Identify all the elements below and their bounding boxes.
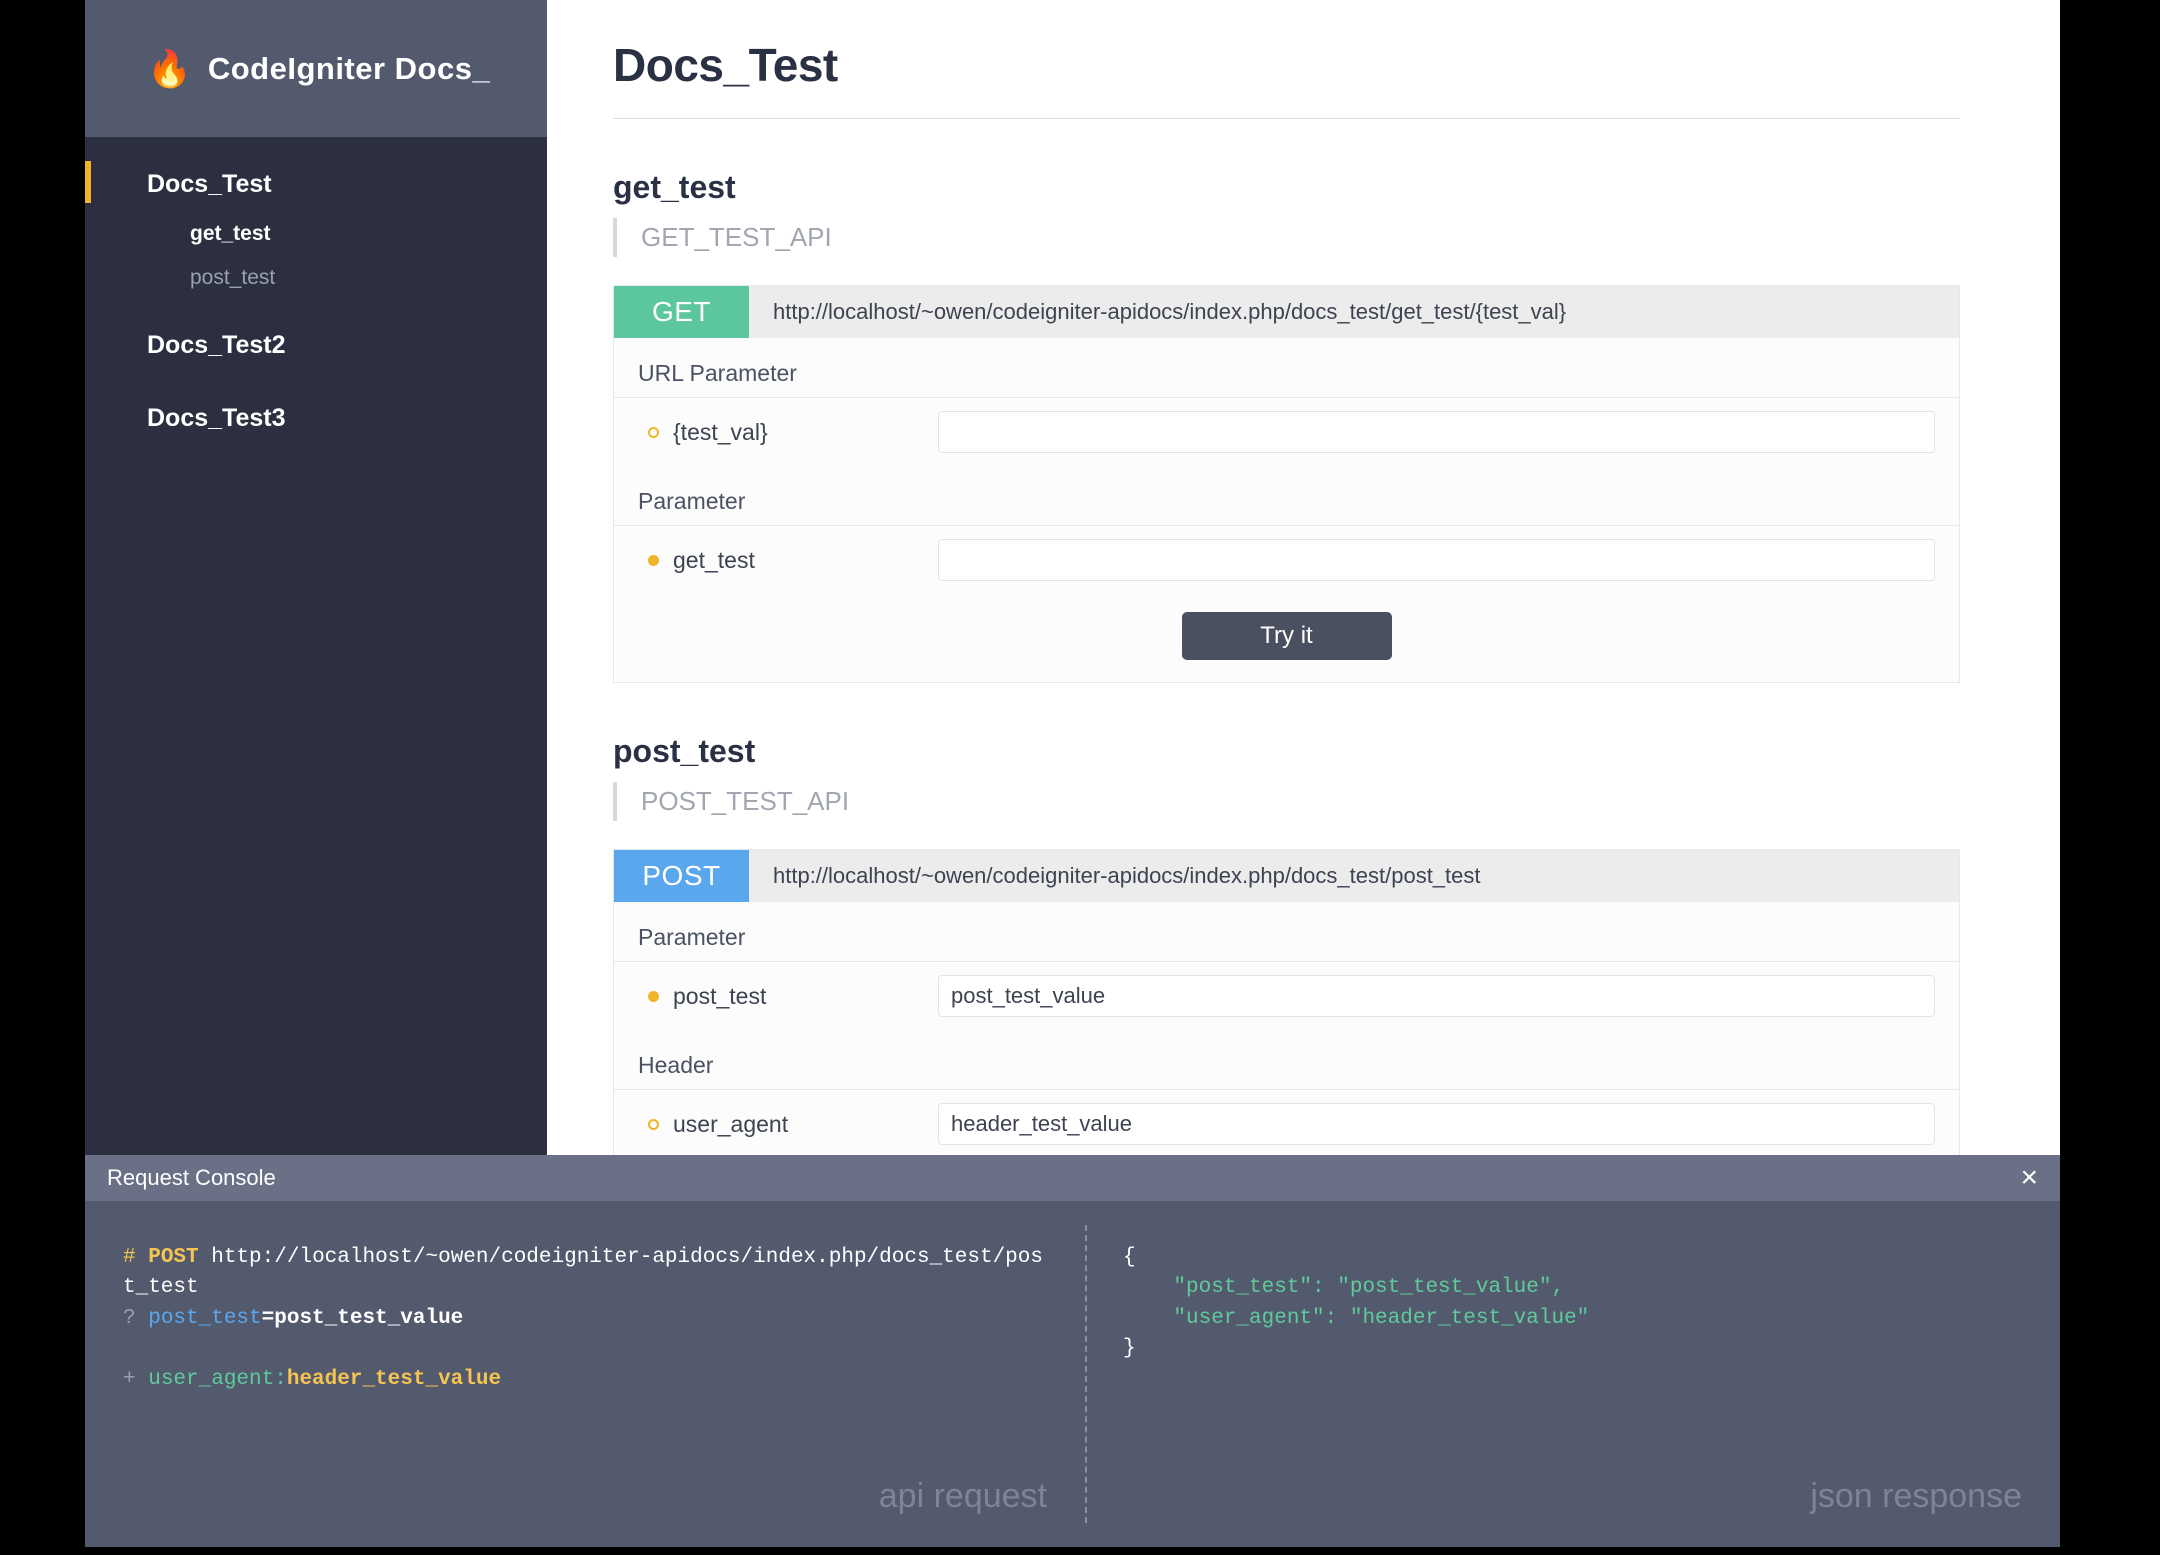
required-dot-icon [648,990,659,1002]
param-row: {test_val} [614,397,1959,466]
endpoint-title: post_test [613,733,756,769]
request-query-value: =post_test_value [261,1306,464,1330]
param-row: get_test [614,525,1959,594]
sidebar-nav: Docs_Test get_test post_test Docs_Test2 … [85,137,547,446]
param-name-test-val: {test_val} [638,419,938,446]
param-label: get_test [673,546,755,573]
endpoint-card: POST http://localhost/~owen/codeigniter-… [613,849,1960,1155]
required-dot-icon [648,554,659,566]
request-query-marker: ? [123,1306,136,1330]
endpoint-description: POST_TEST_API [613,782,1960,821]
endpoint-url-bar: POST http://localhost/~owen/codeigniter-… [614,850,1959,902]
sidebar-subitem-get-test[interactable]: get_test [85,212,547,256]
sidebar-group-docs-test: Docs_Test get_test post_test [85,157,547,300]
brand-header[interactable]: 🔥 CodeIgniter Docs_ [85,0,547,137]
endpoint-url-bar: GET http://localhost/~owen/codeigniter-a… [614,286,1959,338]
brand-title: CodeIgniter Docs_ [207,50,491,86]
title-divider [613,118,1960,119]
request-header-value: header_test_value [286,1367,502,1391]
sidebar-subitem-label: post_test [190,266,276,289]
sidebar-group-docs-test3: Docs_Test3 [85,391,547,446]
section-label-parameter: Parameter [638,924,746,950]
sidebar-item-label: Docs_Test [147,170,272,198]
console-title-bar: Request Console × [85,1155,2060,1201]
section-label-header: Header [638,1052,714,1078]
console-body: # POST http://localhost/~owen/codeignite… [85,1201,2060,1547]
optional-dot-icon [648,1118,659,1130]
sidebar-item-docs-test[interactable]: Docs_Test [85,157,547,212]
sidebar-item-label: Docs_Test2 [147,331,286,359]
request-url: http://localhost/~owen/codeigniter-apido… [123,1246,1043,1300]
param-name-get-test: get_test [638,547,938,574]
param-row: post_test [614,961,1959,1030]
section-label-parameter: Parameter [638,488,746,514]
api-request-watermark: api request [878,1476,1047,1515]
try-it-button-get[interactable]: Try it [1181,612,1392,660]
endpoint-post-test: post_test POST_TEST_API POST http://loca… [613,733,1960,1155]
sidebar-item-label: Docs_Test3 [147,404,286,432]
request-query-key: post_test [148,1306,262,1330]
sidebar-subitem-label: get_test [190,222,271,245]
sidebar-item-docs-test3[interactable]: Docs_Test3 [85,391,547,446]
json-response-watermark: json response [1810,1476,2022,1515]
param-name-user-agent: user_agent [638,1111,938,1138]
main-content: Docs_Test get_test GET_TEST_API GET http… [547,0,2060,1155]
console-title: Request Console [107,1165,276,1190]
param-input-get-test[interactable] [938,539,1935,581]
method-badge-get: GET [614,286,749,338]
section-label-url-parameter: URL Parameter [638,360,797,386]
app-window: 🔥 CodeIgniter Docs_ Docs_Test get_test p… [85,0,2060,1547]
param-input-user-agent[interactable] [938,1103,1935,1145]
method-badge-post: POST [614,850,749,902]
request-header-marker: + [123,1367,136,1391]
endpoint-card: GET http://localhost/~owen/codeigniter-a… [613,285,1960,683]
optional-dot-icon [648,426,659,438]
endpoint-description: GET_TEST_API [613,218,1960,257]
endpoint-url: http://localhost/~owen/codeigniter-apido… [773,299,1567,324]
json-response-pane: { "post_test": "post_test_value", "user_… [1085,1201,2060,1547]
flame-icon: 🔥 [147,47,192,89]
json-close-brace: } [1123,1337,1136,1361]
param-input-test-val[interactable] [938,411,1935,453]
sidebar-item-docs-test2[interactable]: Docs_Test2 [85,318,547,373]
endpoint-url: http://localhost/~owen/codeigniter-apido… [773,863,1481,888]
request-hash-marker: # [123,1246,136,1269]
close-icon[interactable]: × [2020,1163,2038,1193]
param-input-post-test[interactable] [938,975,1935,1017]
page-title: Docs_Test [613,39,838,91]
sidebar: 🔥 CodeIgniter Docs_ Docs_Test get_test p… [85,0,547,1155]
sidebar-subitem-post-test[interactable]: post_test [85,256,547,300]
request-method: POST [148,1246,199,1269]
try-it-row: Try it [614,594,1959,682]
endpoint-get-test: get_test GET_TEST_API GET http://localho… [613,169,1960,683]
request-console: Request Console × # POST http://localhos… [85,1155,2060,1547]
json-body: "post_test": "post_test_value", "user_ag… [1173,1276,1590,1330]
param-label: {test_val} [673,418,768,445]
api-request-pane: # POST http://localhost/~owen/codeignite… [85,1201,1085,1547]
param-row: user_agent [614,1089,1959,1155]
param-label: post_test [673,982,767,1009]
sidebar-group-docs-test2: Docs_Test2 [85,318,547,373]
request-header-key: user_agent: [148,1367,287,1391]
endpoint-title: get_test [613,169,736,205]
param-label: user_agent [673,1110,789,1137]
json-open-brace: { [1123,1246,1136,1269]
param-name-post-test: post_test [638,983,938,1010]
